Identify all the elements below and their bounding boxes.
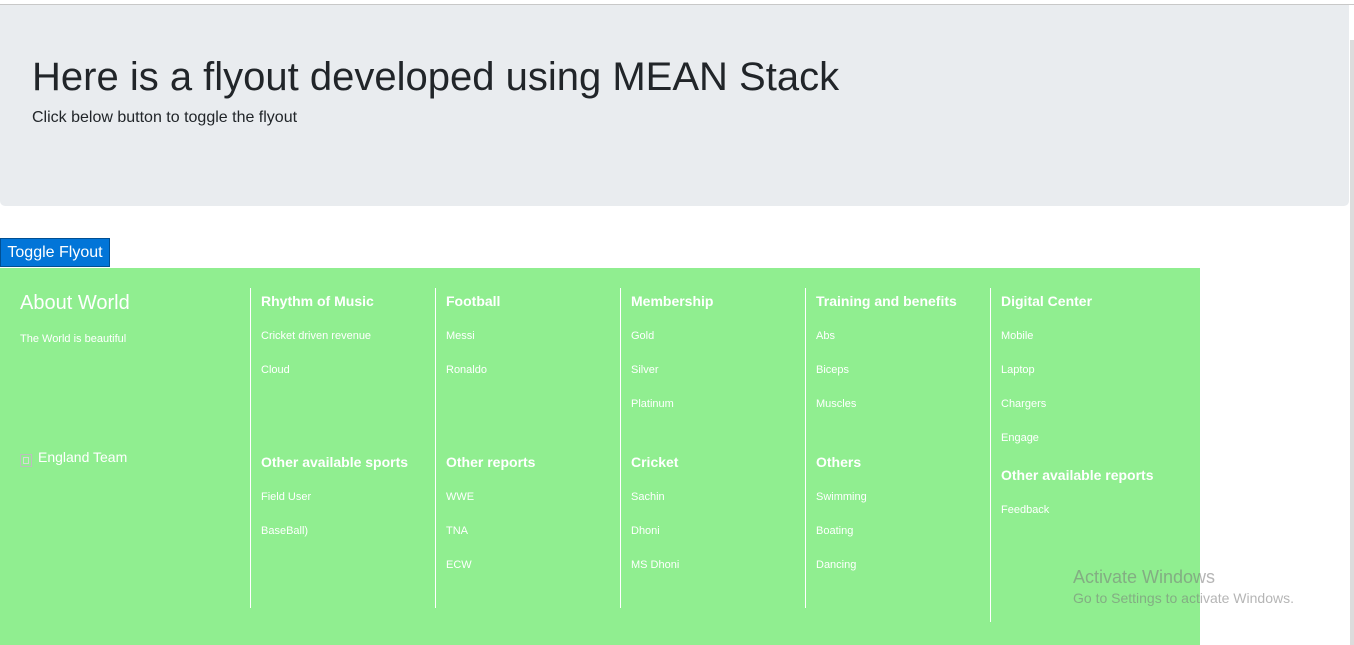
menu-item[interactable]: Muscles xyxy=(816,397,856,411)
menu-item[interactable]: Feedback xyxy=(1001,503,1049,517)
menu-item[interactable]: Chargers xyxy=(1001,397,1046,411)
menu-item[interactable]: Boating xyxy=(816,524,853,538)
flyout-panel: About World The World is beautiful Engla… xyxy=(0,268,1200,645)
section-title: Membership xyxy=(631,293,714,309)
about-section: About World The World is beautiful xyxy=(20,290,240,346)
menu-item[interactable]: Messi xyxy=(446,329,475,343)
flyout-column-1: Rhythm of Music Cricket driven revenue C… xyxy=(250,288,436,608)
menu-item[interactable]: Cricket driven revenue xyxy=(261,329,371,343)
section-title: Other reports xyxy=(446,454,536,470)
menu-item[interactable]: Swimming xyxy=(816,490,867,504)
jumbotron: Here is a flyout developed using MEAN St… xyxy=(0,5,1349,206)
broken-image-icon xyxy=(20,454,32,467)
watermark-title: Activate Windows xyxy=(1073,567,1216,587)
menu-item[interactable]: Ronaldo xyxy=(446,363,487,377)
section-title: Cricket xyxy=(631,454,679,470)
page-subtitle: Click below button to toggle the flyout xyxy=(32,109,298,126)
menu-item[interactable]: Dancing xyxy=(816,558,856,572)
menu-item[interactable]: Laptop xyxy=(1001,363,1035,377)
scrollbar[interactable] xyxy=(1350,40,1354,645)
watermark-subtitle: Go to Settings to activate Windows. xyxy=(1073,590,1294,606)
section-title: Football xyxy=(446,293,501,309)
section-title: Others xyxy=(816,454,862,470)
menu-item[interactable]: MS Dhoni xyxy=(631,558,679,572)
flyout-column-3: Membership Gold Silver Platinum Cricket … xyxy=(620,288,806,608)
toggle-flyout-button[interactable]: Toggle Flyout xyxy=(0,238,110,267)
menu-item[interactable]: Mobile xyxy=(1001,329,1033,343)
section-title: Other available reports xyxy=(1001,467,1154,483)
section-title: Rhythm of Music xyxy=(261,293,374,309)
activate-windows-watermark: Activate Windows Go to Settings to activ… xyxy=(1073,566,1294,607)
menu-item[interactable]: Biceps xyxy=(816,363,849,377)
page-title: Here is a flyout developed using MEAN St… xyxy=(32,55,840,99)
menu-item[interactable]: Engage xyxy=(1001,431,1039,445)
section-title: Other available sports xyxy=(261,454,409,470)
menu-item[interactable]: BaseBall) xyxy=(261,524,308,538)
section-title: Digital Center xyxy=(1001,293,1093,309)
england-team-label: England Team xyxy=(38,449,128,465)
page: Here is a flyout developed using MEAN St… xyxy=(0,0,1354,645)
menu-item[interactable]: Platinum xyxy=(631,397,674,411)
menu-item[interactable]: TNA xyxy=(446,524,468,538)
menu-item[interactable]: Cloud xyxy=(261,363,290,377)
section-title: Training and benefits xyxy=(816,293,957,309)
menu-item[interactable]: Dhoni xyxy=(631,524,660,538)
menu-item[interactable]: Silver xyxy=(631,363,659,377)
about-text: The World is beautiful xyxy=(20,333,127,345)
flyout-column-2: Football Messi Ronaldo Other reports WWE… xyxy=(435,288,621,608)
england-team-link[interactable]: England Team xyxy=(20,448,220,468)
menu-item[interactable]: Abs xyxy=(816,329,835,343)
menu-item[interactable]: Sachin xyxy=(631,490,665,504)
flyout-column-4: Training and benefits Abs Biceps Muscles… xyxy=(805,288,991,608)
menu-item[interactable]: WWE xyxy=(446,490,474,504)
about-title: About World xyxy=(20,292,130,314)
menu-item[interactable]: ECW xyxy=(446,558,472,572)
menu-item[interactable]: Gold xyxy=(631,329,654,343)
menu-item[interactable]: Field User xyxy=(261,490,311,504)
